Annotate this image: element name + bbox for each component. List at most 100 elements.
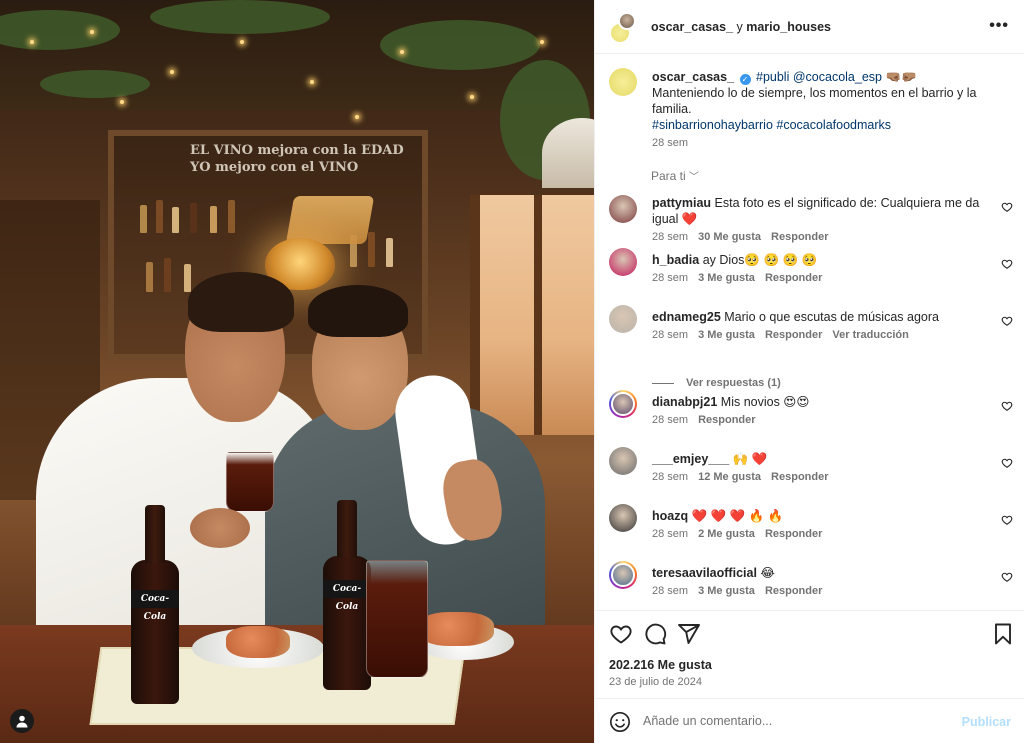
reply-button[interactable]: Responder: [765, 585, 822, 597]
comment-username[interactable]: ednameg25: [652, 310, 721, 324]
comment-body: ❤️ ❤️ ❤️ 🔥 🔥: [691, 509, 784, 523]
reply-button[interactable]: Responder: [698, 414, 755, 426]
comment-body: Mis novios 😍😍: [720, 395, 810, 409]
window: [470, 195, 594, 435]
more-horizontal-icon[interactable]: •••: [989, 17, 1009, 35]
comment-meta: 28 sem 3 Me gusta Responder Ver traducción: [652, 329, 919, 341]
comment-likes[interactable]: 3 Me gusta: [698, 272, 755, 284]
comment-username[interactable]: ___emjey___: [652, 452, 729, 466]
avatar[interactable]: [609, 447, 637, 475]
mention-link[interactable]: @cocacola_esp: [793, 70, 882, 84]
tagged-users-button[interactable]: [10, 709, 34, 733]
comment-username[interactable]: pattymiau: [652, 196, 711, 210]
chevron-down-icon: ﹀: [689, 172, 700, 183]
likes-count[interactable]: 202.216 Me gusta: [609, 658, 712, 672]
comment-meta: 28 sem 12 Me gusta Responder: [652, 471, 839, 483]
toast: [226, 626, 290, 658]
heart-icon[interactable]: [609, 622, 633, 646]
comment-username[interactable]: h_badia: [652, 253, 699, 267]
comment-heart-icon[interactable]: [1001, 258, 1013, 270]
emoji-icon[interactable]: [609, 711, 631, 733]
light-bulb: [400, 50, 404, 54]
avatar[interactable]: [609, 561, 637, 589]
comment-heart-icon[interactable]: [1001, 201, 1013, 213]
comment-text: pattymiau Esta foto es el significado de…: [652, 195, 992, 227]
comment-likes[interactable]: 3 Me gusta: [698, 329, 755, 341]
vine-decoration: [150, 0, 330, 34]
avatar[interactable]: [609, 68, 637, 96]
caption-emojis: 🤜🏽🤛🏽: [885, 70, 917, 84]
replies-line: [652, 382, 674, 384]
hashtag-links[interactable]: #sinbarrionohaybarrio #cocacolafoodmarks: [652, 117, 1002, 133]
post-date: 23 de julio de 2024: [609, 676, 702, 688]
comment-username[interactable]: hoazq: [652, 509, 688, 523]
avatar-image: [609, 195, 637, 223]
reply-button[interactable]: Responder: [771, 231, 828, 243]
comment-input[interactable]: [643, 709, 943, 733]
post-header: oscar_casas_ y mario_houses •••: [595, 0, 1024, 54]
view-replies-button[interactable]: Ver respuestas (1): [652, 377, 781, 389]
shelf-bottle: [164, 258, 171, 292]
avatar[interactable]: [609, 390, 637, 418]
avatar-image: [611, 392, 635, 416]
comment-filter-dropdown[interactable]: Para ti ﹀: [651, 168, 699, 183]
hashtag-link[interactable]: #publi: [756, 70, 789, 84]
light-bulb: [470, 95, 474, 99]
comment-text: ednameg25 Mario o que escutas de músicas…: [652, 309, 992, 325]
comment-text: teresaavilaofficial 😂: [652, 565, 992, 581]
toast: [418, 612, 494, 646]
publish-button[interactable]: Publicar: [962, 715, 1011, 729]
comment-likes[interactable]: 30 Me gusta: [698, 231, 761, 243]
person-left-hair: [188, 272, 294, 332]
vine-decoration: [40, 70, 150, 98]
avatar-image: [609, 248, 637, 276]
author-link[interactable]: mario_houses: [746, 20, 831, 34]
reply-button[interactable]: Responder: [771, 471, 828, 483]
comment-heart-icon[interactable]: [1001, 457, 1013, 469]
user-icon: [16, 715, 28, 728]
comment-icon[interactable]: [643, 622, 667, 646]
comment-time: 28 sem: [652, 471, 689, 483]
cocacola-bottle: Coca-Cola: [323, 500, 371, 690]
avatar[interactable]: [609, 305, 637, 333]
comment-time: 28 sem: [652, 231, 689, 243]
cocacola-bottle: Coca-Cola: [131, 505, 179, 704]
comment-username[interactable]: dianabpj21: [652, 395, 717, 409]
shelf-bottle: [386, 238, 393, 267]
translate-button[interactable]: Ver traducción: [832, 329, 908, 341]
shelf-bottle: [228, 200, 235, 233]
comment-likes[interactable]: 3 Me gusta: [698, 585, 755, 597]
comment-heart-icon[interactable]: [1001, 400, 1013, 412]
collab-avatars[interactable]: [609, 12, 636, 44]
reply-button[interactable]: Responder: [765, 329, 822, 341]
post-photo[interactable]: EL VINO mejora con la EDAD YO mejoro con…: [0, 0, 594, 743]
comment-likes[interactable]: 2 Me gusta: [698, 528, 755, 540]
comment-time: 28 sem: [652, 272, 689, 284]
comments-scroll-area[interactable]: oscar_casas_ ✓ #publi @cocacola_esp 🤜🏽🤛🏽…: [595, 55, 1024, 610]
comment-heart-icon[interactable]: [1001, 514, 1013, 526]
author-link[interactable]: oscar_casas_: [651, 20, 733, 34]
post-authors: oscar_casas_ y mario_houses: [651, 20, 831, 34]
shelf-bottle: [172, 207, 179, 233]
reply-button[interactable]: Responder: [765, 528, 822, 540]
avatar[interactable]: [609, 195, 637, 223]
comment-text: hoazq ❤️ ❤️ ❤️ 🔥 🔥: [652, 508, 992, 524]
post-details-panel: oscar_casas_ y mario_houses ••• oscar_ca…: [594, 0, 1024, 743]
share-icon[interactable]: [677, 622, 701, 646]
verified-badge-icon: ✓: [739, 74, 751, 85]
vine-decoration: [380, 20, 540, 70]
wicker-lamp: [285, 196, 375, 244]
avatar[interactable]: [609, 248, 637, 276]
bookmark-icon[interactable]: [991, 622, 1015, 646]
caption-username[interactable]: oscar_casas_: [652, 70, 734, 84]
comment-text: dianabpj21 Mis novios 😍😍: [652, 394, 992, 410]
comment-body: ay Dios🥺 🥺 🥺 🥺: [702, 253, 818, 267]
comment-heart-icon[interactable]: [1001, 571, 1013, 583]
comment-username[interactable]: teresaavilaofficial: [652, 566, 757, 580]
shelf-bottle: [210, 206, 217, 233]
comment-heart-icon[interactable]: [1001, 315, 1013, 327]
avatar[interactable]: [609, 504, 637, 532]
comment-likes[interactable]: 12 Me gusta: [698, 471, 761, 483]
filter-label: Para ti: [651, 169, 686, 183]
reply-button[interactable]: Responder: [765, 272, 822, 284]
